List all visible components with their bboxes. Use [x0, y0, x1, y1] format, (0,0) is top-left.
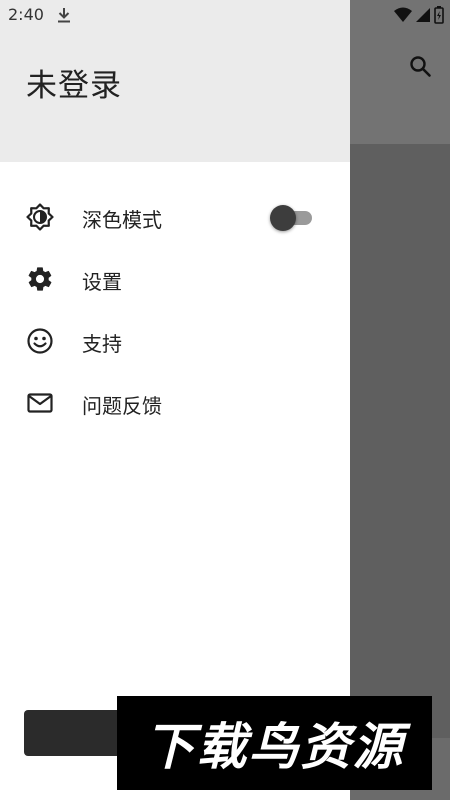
- menu-item-dark-mode[interactable]: 深色模式: [0, 186, 350, 248]
- dark-mode-toggle[interactable]: [270, 205, 314, 231]
- toggle-thumb: [270, 205, 296, 231]
- navigation-drawer: 未登录 深色模式 设置 支持 问题反馈: [0, 0, 350, 800]
- brightness-icon: [26, 203, 54, 231]
- menu-item-support[interactable]: 支持: [0, 310, 350, 372]
- menu-item-feedback[interactable]: 问题反馈: [0, 372, 350, 434]
- signal-icon: [415, 7, 431, 27]
- menu-label: 深色模式: [82, 208, 162, 232]
- status-bar: 2:40: [0, 0, 450, 30]
- menu-item-settings[interactable]: 设置: [0, 248, 350, 310]
- menu-label: 支持: [82, 332, 122, 356]
- search-icon[interactable]: [404, 50, 436, 82]
- menu-label: 问题反馈: [82, 394, 162, 418]
- wifi-icon: [394, 7, 412, 27]
- status-icons: [394, 6, 444, 28]
- drawer-menu: 深色模式 设置 支持 问题反馈: [0, 186, 350, 434]
- watermark-banner: 下载鸟资源: [117, 696, 432, 790]
- status-time: 2:40: [8, 5, 44, 24]
- battery-icon: [434, 6, 444, 28]
- smile-icon: [26, 327, 54, 355]
- gear-icon: [26, 265, 54, 293]
- mail-icon: [26, 389, 54, 417]
- menu-label: 设置: [82, 270, 122, 294]
- drawer-title: 未登录: [26, 68, 122, 104]
- download-icon: [56, 6, 72, 24]
- watermark-text: 下载鸟资源: [144, 718, 405, 776]
